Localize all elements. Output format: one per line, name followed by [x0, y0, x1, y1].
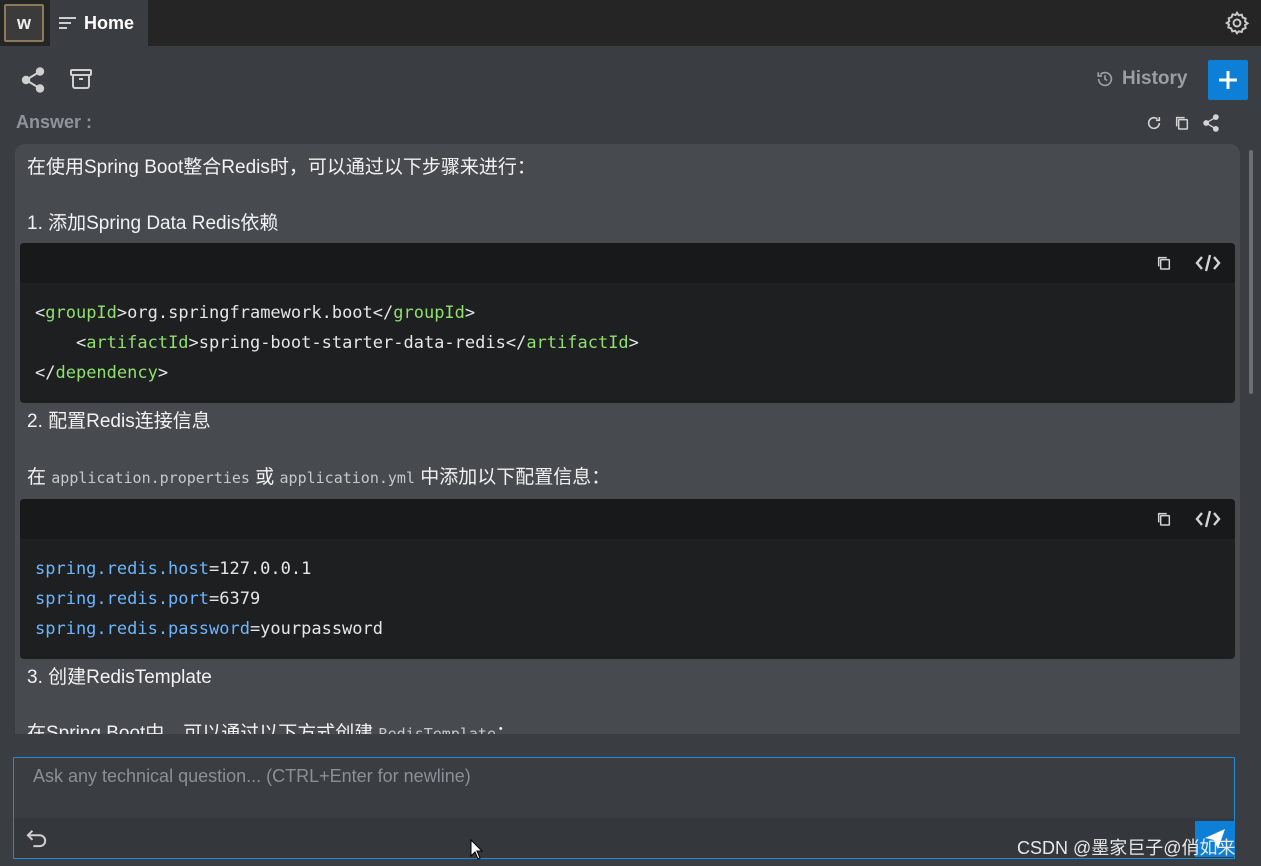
top-bar: w Home	[0, 0, 1261, 46]
code-content: spring.redis.host=127.0.0.1 spring.redis…	[35, 559, 383, 639]
answer-intro: 在使用Spring Boot整合Redis时，可以通过以下步骤来进行：	[27, 157, 536, 178]
config-instruction: 在 application.properties 或 application.y…	[27, 467, 611, 488]
undo-icon[interactable]	[26, 828, 48, 848]
scrollbar[interactable]	[1249, 150, 1253, 394]
redistemplate-instruction: 在Spring Boot中，可以通过以下方式创建 RedisTemplate：	[27, 723, 515, 734]
code-block-dependency: <groupId>org.springframework.boot</group…	[20, 243, 1235, 403]
refresh-icon[interactable]	[1146, 115, 1162, 131]
mouse-cursor-icon	[470, 839, 484, 860]
code-content: <groupId>org.springframework.boot</group…	[35, 303, 639, 383]
history-button[interactable]: History	[1096, 66, 1187, 92]
new-chat-button[interactable]	[1208, 60, 1248, 100]
code-icon[interactable]	[1195, 509, 1221, 529]
code-block-header	[20, 499, 1235, 539]
code-block-header	[20, 243, 1235, 283]
code-icon[interactable]	[1195, 253, 1221, 273]
answer-label: Answer :	[16, 112, 93, 132]
share-icon[interactable]	[1202, 114, 1220, 132]
step-2-heading: 2. 配置Redis连接信息	[27, 411, 211, 432]
history-icon	[1097, 71, 1113, 87]
watermark: CSDN @墨家巨子@俏如来	[1017, 838, 1236, 858]
copy-code-icon[interactable]	[1156, 511, 1172, 527]
plus-icon	[1219, 71, 1237, 89]
trash-icon[interactable]	[69, 67, 93, 91]
step-3-heading: 3. 创建RedisTemplate	[27, 667, 212, 688]
menu-icon	[59, 17, 76, 29]
question-input[interactable]	[14, 758, 1234, 818]
tab-home-label: Home	[84, 12, 135, 33]
copy-icon[interactable]	[1174, 115, 1190, 131]
tab-home[interactable]: Home	[50, 0, 148, 46]
code-block-properties: spring.redis.host=127.0.0.1 spring.redis…	[20, 499, 1235, 659]
step-1-heading: 1. 添加Spring Data Redis依赖	[27, 213, 279, 234]
answer-actions	[1146, 114, 1220, 132]
logo-letter: w	[16, 12, 31, 33]
history-label: History	[1122, 68, 1188, 89]
app-logo[interactable]: w	[4, 4, 44, 42]
answer-panel: 在使用Spring Boot整合Redis时，可以通过以下步骤来进行： 1. 添…	[15, 144, 1240, 734]
copy-code-icon[interactable]	[1156, 255, 1172, 271]
gear-icon[interactable]	[1224, 10, 1250, 36]
share-icon[interactable]	[21, 67, 45, 93]
